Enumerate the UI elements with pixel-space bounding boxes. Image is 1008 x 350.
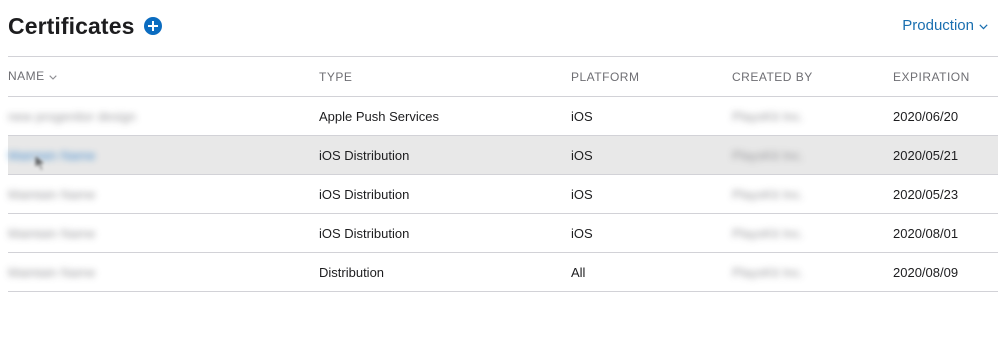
plus-circle-icon xyxy=(148,21,158,31)
certificate-expiration: 2020/05/23 xyxy=(893,187,959,202)
certificate-platform: iOS xyxy=(571,148,593,163)
certificate-expiration: 2020/06/20 xyxy=(893,109,959,124)
column-header-name[interactable]: NAME xyxy=(8,57,57,96)
sort-chevron-icon xyxy=(48,75,57,80)
table-row[interactable]: Maintain Name iOS Distribution iOS Plays… xyxy=(8,214,998,253)
certificate-platform: iOS xyxy=(571,226,593,241)
certificate-type: Apple Push Services xyxy=(319,109,439,124)
certificate-expiration: 2020/08/09 xyxy=(893,265,959,280)
certificate-created-by: PlaysKit Inc. xyxy=(732,187,804,202)
column-header-expiration: EXPIRATION xyxy=(893,70,970,84)
certificate-platform: All xyxy=(571,265,586,280)
table-header-row: NAME TYPE PLATFORM CREATED BY EXPIRATION xyxy=(8,57,998,97)
certificate-name: new progenitor design xyxy=(8,109,136,124)
certificate-name: Maintain Name xyxy=(8,226,96,241)
certificate-type: iOS Distribution xyxy=(319,226,410,241)
certificate-platform: iOS xyxy=(571,109,593,124)
chevron-down-icon xyxy=(979,24,988,30)
page-header: Certificates Production xyxy=(0,0,1008,56)
table-row[interactable]: new progenitor design Apple Push Service… xyxy=(8,97,998,136)
column-header-type: TYPE xyxy=(319,70,353,84)
environment-label: Production xyxy=(902,17,974,34)
certificate-created-by: PlaysKit Inc. xyxy=(732,148,804,163)
table-row[interactable]: Maintain Name iOS Distribution iOS Plays… xyxy=(8,175,998,214)
certificate-name: Maintain Name xyxy=(8,187,96,202)
certificate-name: Maintain Name xyxy=(8,265,96,280)
certificate-type: Distribution xyxy=(319,265,385,280)
add-certificate-button[interactable] xyxy=(144,17,162,35)
page-title: Certificates xyxy=(8,13,135,39)
table-row[interactable]: Maintain Name iOS Distribution iOS Plays… xyxy=(8,136,998,175)
table-row[interactable]: Maintain Name Distribution All PlaysKit … xyxy=(8,253,998,292)
certificate-created-by: PlaysKit Inc. xyxy=(732,226,804,241)
certificate-expiration: 2020/05/21 xyxy=(893,148,959,163)
certificate-type: iOS Distribution xyxy=(319,148,410,163)
certificate-name-link[interactable]: Maintain Name xyxy=(8,136,133,174)
column-header-created-by: CREATED BY xyxy=(732,70,813,84)
column-header-name-label: NAME xyxy=(8,69,45,83)
certificate-platform: iOS xyxy=(571,187,593,202)
certificate-created-by: PlaysKit Inc. xyxy=(732,265,804,280)
certificate-type: iOS Distribution xyxy=(319,187,410,202)
certificate-expiration: 2020/08/01 xyxy=(893,226,959,241)
environment-dropdown[interactable]: Production xyxy=(902,16,988,36)
column-header-platform: PLATFORM xyxy=(571,70,640,84)
certificates-table: NAME TYPE PLATFORM CREATED BY EXPIRATION… xyxy=(8,56,998,292)
certificate-created-by: PlaysKit Inc. xyxy=(732,109,804,124)
